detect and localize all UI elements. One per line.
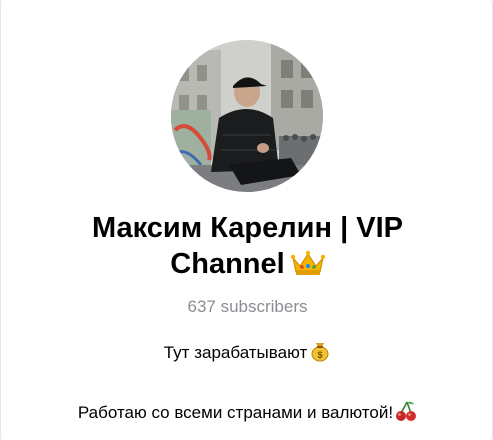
channel-title-line2: Channel <box>170 248 285 280</box>
channel-title: Максим Карелин | VIP Channel <box>21 210 474 285</box>
channel-avatar[interactable] <box>171 40 323 192</box>
channel-description-line2: Работаю со всеми странами и валютой! <box>1 400 493 428</box>
avatar-photo <box>171 40 323 192</box>
channel-title-line1: Максим Карелин | VIP <box>92 212 403 244</box>
svg-text:$: $ <box>318 350 323 360</box>
crown-icon <box>290 249 325 285</box>
description-text-2: Работаю со всеми странами и валютой! <box>77 403 394 422</box>
cherries-icon <box>395 400 417 428</box>
money-bag-icon: $ <box>309 340 331 368</box>
channel-description-line1: Тут зарабатывают $ <box>1 340 493 368</box>
description-text-1: Тут зарабатывают <box>163 343 308 362</box>
channel-info-card: Максим Карелин | VIP Channel 637 subscri… <box>0 0 493 440</box>
subscriber-count: 637 subscribers <box>187 297 308 316</box>
